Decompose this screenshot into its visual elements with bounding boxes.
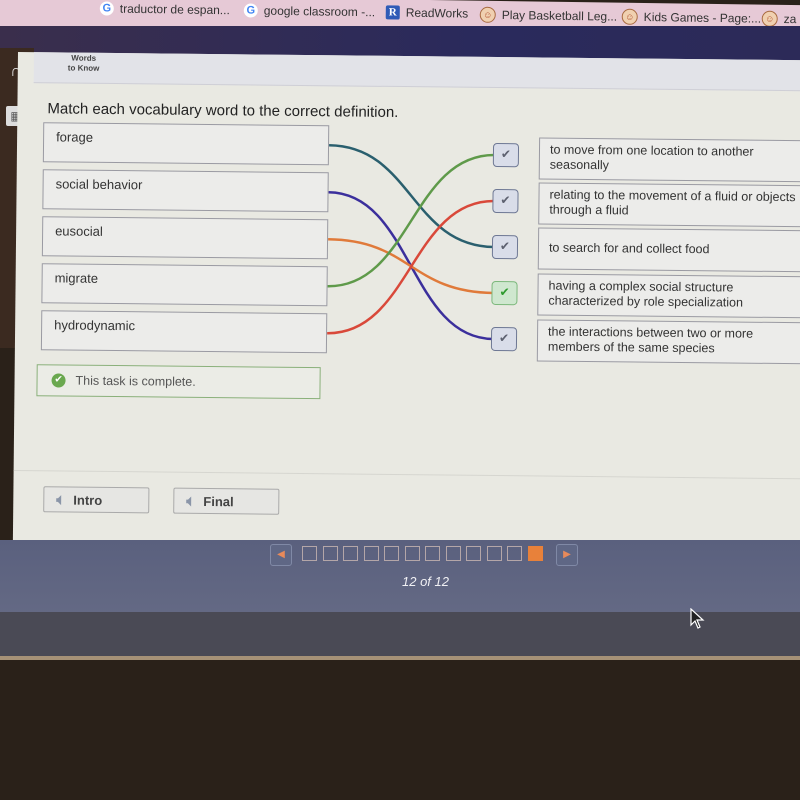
- match-check-1[interactable]: ✔: [492, 142, 520, 168]
- bookmark-basketball[interactable]: ☺ Play Basketball Leg...: [479, 6, 618, 25]
- instructions: Match each vocabulary word to the correc…: [47, 100, 399, 121]
- page-indicator-9[interactable]: [466, 546, 481, 561]
- screen-bezel: [0, 612, 800, 658]
- definition-eusocial[interactable]: having a complex social structure charac…: [537, 273, 800, 319]
- match-line-hydrodynamic: [327, 199, 495, 335]
- face-icon: ☺: [621, 8, 638, 25]
- definition-social-behavior[interactable]: the interactions between two or more mem…: [536, 319, 800, 365]
- intro-audio-button[interactable]: 🔈︎ Intro: [43, 486, 150, 514]
- final-audio-button[interactable]: 🔈︎ Final: [173, 487, 280, 515]
- word-eusocial[interactable]: eusocial: [41, 216, 329, 260]
- word-forage[interactable]: forage: [42, 122, 330, 166]
- page-indicator-11[interactable]: [507, 546, 522, 561]
- bookmark-za[interactable]: ☺ za: [761, 10, 797, 27]
- speaker-icon: 🔈︎: [186, 492, 196, 510]
- word-migrate[interactable]: migrate: [41, 263, 328, 307]
- bookmark-google-classroom[interactable]: G google classroom -...: [243, 3, 375, 19]
- laptop-edge: [0, 656, 800, 660]
- activity-panel: Words to Know Match each vocabulary word…: [12, 52, 800, 553]
- page-indicator-10[interactable]: [486, 546, 502, 561]
- prev-page-button[interactable]: ◀: [270, 544, 292, 566]
- bookmark-readworks[interactable]: R ReadWorks: [385, 5, 468, 21]
- page-indicator-12[interactable]: [527, 546, 543, 561]
- words-to-know-tab[interactable]: Words to Know: [68, 54, 100, 74]
- match-line-social-behavior: [328, 191, 494, 341]
- page-indicator-3[interactable]: [343, 546, 358, 561]
- page-indicator-2[interactable]: [322, 546, 338, 561]
- footer-divider: [13, 469, 800, 480]
- google-icon: G: [99, 1, 114, 16]
- page-indicator-4[interactable]: [363, 546, 379, 561]
- next-page-button[interactable]: ▶: [556, 544, 578, 566]
- panel-header: Words to Know: [33, 52, 800, 92]
- word-hydrodynamic[interactable]: hydrodynamic: [40, 310, 328, 354]
- definition-forage[interactable]: to search for and collect food: [537, 227, 800, 273]
- match-line-eusocial: [328, 238, 494, 295]
- checkmark-circle-icon: ✔: [51, 373, 66, 388]
- match-check-5[interactable]: ✔: [490, 326, 518, 352]
- bookmark-kids-games[interactable]: ☺ Kids Games - Page:...: [621, 8, 762, 27]
- definition-migrate[interactable]: to move from one location to another sea…: [538, 137, 800, 183]
- match-line-forage: [329, 144, 494, 249]
- google-icon: G: [243, 3, 258, 18]
- match-check-2[interactable]: ✔: [492, 188, 519, 214]
- page-indicator-5[interactable]: [384, 546, 399, 561]
- face-icon: ☺: [761, 10, 778, 27]
- match-check-4-correct[interactable]: ✔: [491, 280, 518, 306]
- page-indicator-6[interactable]: [404, 546, 420, 561]
- face-icon: ☺: [479, 6, 496, 23]
- page-indicator-8[interactable]: [445, 546, 461, 561]
- readworks-icon: R: [385, 5, 400, 20]
- definition-hydrodynamic[interactable]: relating to the movement of a fluid or o…: [538, 182, 800, 228]
- speaker-icon: 🔈︎: [56, 490, 66, 509]
- page-indicator-7[interactable]: [425, 546, 440, 561]
- page-counter: 12 of 12: [402, 574, 449, 589]
- match-line-migrate: [327, 153, 495, 288]
- page-indicator-1[interactable]: [302, 546, 317, 561]
- bookmark-translator[interactable]: G traductor de espan...: [99, 1, 230, 17]
- word-social-behavior[interactable]: social behavior: [42, 169, 329, 213]
- task-complete-banner: ✔ This task is complete.: [36, 364, 321, 400]
- mouse-cursor-icon: [690, 608, 705, 629]
- match-check-3[interactable]: ✔: [491, 234, 519, 260]
